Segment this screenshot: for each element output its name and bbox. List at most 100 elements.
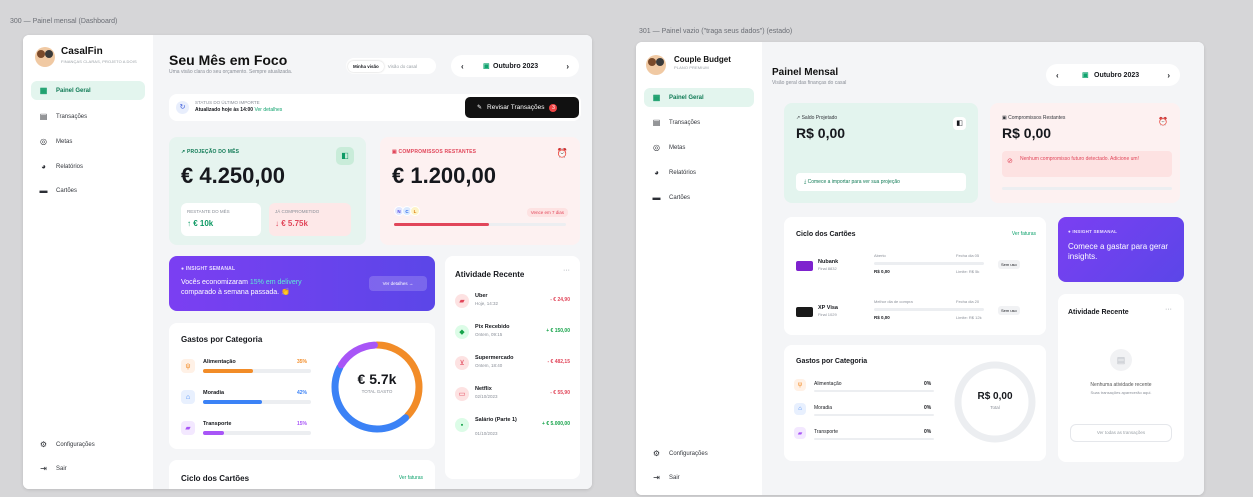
categories-total-label: Total	[990, 405, 1000, 410]
month-label: Outubro 2023	[493, 62, 539, 70]
categories-total: R$ 0,00	[977, 391, 1013, 402]
card-cycle-track	[874, 308, 984, 311]
no-commitments-notice: ⊘ Nenhum compromisso futuro detectado. A…	[1002, 151, 1172, 177]
gear-icon: ⚙	[652, 449, 661, 458]
activity-title: Atividade Recente	[455, 270, 525, 279]
empty-receipt-icon: ▤	[1110, 349, 1132, 371]
credit-card-icon	[796, 307, 813, 317]
card-amount: R$ 0,00	[874, 315, 890, 320]
calendar-icon: ▣	[1082, 72, 1089, 79]
commitments-card: ▣ Compromissos Restantes R$ 0,00 ⏰ ⊘ Nen…	[990, 103, 1180, 203]
tv-icon: ▭	[455, 387, 469, 401]
projection-value: € 4.250,00	[181, 163, 285, 188]
nav-item-2[interactable]: ◎ Metas	[31, 132, 145, 151]
nav-item-3[interactable]: ◕ Relatórios	[31, 157, 145, 176]
activity-name: Salário (Parte 1)	[475, 417, 517, 423]
card-limit: Limite: R$ 5k	[956, 269, 980, 274]
insight-label: ● INSIGHT SEMANAL	[181, 266, 236, 272]
commitments-progress-track	[1002, 187, 1172, 190]
category-bar-track	[814, 438, 934, 440]
nav-item-2[interactable]: ◎ Metas	[644, 138, 754, 157]
activity-date: Ontem, 09:15	[475, 332, 503, 337]
nav-item-label: Cartões	[56, 187, 78, 194]
nav-item-1[interactable]: ⇥ Sair	[644, 468, 754, 487]
view-invoices-link[interactable]: Ver faturas	[1012, 231, 1036, 237]
home-icon: ⌂	[181, 390, 195, 404]
chevron-left-icon[interactable]: ‹	[461, 62, 464, 71]
cart-icon: ⊻	[455, 356, 469, 370]
brand-tagline: FINANÇAS CLARAS, PROJETO A DOIS	[61, 59, 137, 64]
import-details-link[interactable]: Ver detalhes	[254, 107, 282, 113]
category-bar-fill	[203, 400, 263, 404]
nav-item-1[interactable]: ▤ Transações	[31, 107, 145, 126]
categories-donut	[954, 361, 1036, 443]
categories-donut	[331, 341, 423, 433]
projection-card: ↗ PROJEÇÃO DO MÊS ◧ € 4.250,00 RESTANTE …	[169, 137, 366, 245]
chevron-left-icon[interactable]: ‹	[1056, 71, 1059, 80]
more-options-icon[interactable]: ···	[563, 267, 570, 274]
trend-up-icon: ↗	[181, 149, 186, 155]
review-transactions-button[interactable]: ✎ Revisar Transações 3	[465, 97, 579, 118]
categories-title: Gastos por Categoria	[181, 335, 263, 344]
insight-label: ● INSIGHT SEMANAL	[1068, 229, 1118, 234]
nav-item-label: Metas	[56, 138, 73, 145]
pie-icon: ◕	[654, 168, 659, 177]
start-import-button[interactable]: ⤓ Comece a importar para ver sua projeçã…	[796, 173, 966, 191]
insight-details-button[interactable]: Ver detalhes →	[369, 276, 427, 291]
card-open-label: Aberto	[874, 253, 886, 258]
category-percent: 0%	[924, 405, 932, 411]
nav-item-1[interactable]: ⇥ Sair	[31, 459, 145, 478]
nav-item-4[interactable]: ▬ Cartões	[644, 188, 754, 207]
committed-value: ↓ € 5.75k	[275, 219, 308, 228]
nav-item-3[interactable]: ◕ Relatórios	[644, 163, 754, 182]
nav-item-0[interactable]: ▦ Painel Geral	[31, 81, 145, 100]
category-bar-track	[814, 414, 934, 416]
nav-item-label: Transações	[669, 119, 701, 126]
sidebar: Couple Budget PLANO PREMIUM ▦ Painel Gera…	[636, 42, 762, 495]
chevron-right-icon[interactable]: ›	[566, 62, 569, 71]
commitments-card: ▣ COMPROMISSOS RESTANTES ⏰ € 1.200,00 N …	[380, 137, 580, 245]
calendar-icon: ▣	[392, 149, 397, 155]
activity-amount: + € 5.000,00	[542, 421, 570, 427]
activity-card: Atividade Recente ··· ▰ Uber Hoje, 14:32 - …	[445, 256, 580, 479]
balance-value: R$ 0,00	[796, 125, 846, 141]
toggle-my-view[interactable]: Minha visão	[348, 60, 384, 72]
view-all-transactions-button[interactable]: Ver todas as transações	[1070, 424, 1172, 442]
credit-card-icon	[796, 261, 813, 271]
month-selector: ‹ ▣ Outubro 2023 ›	[1046, 64, 1180, 86]
nav-item-0[interactable]: ▦ Painel Geral	[644, 88, 754, 107]
main-content: Seu Mês em Foco Uma visão clara do seu o…	[153, 35, 592, 489]
nav-item-1[interactable]: ▤ Transações	[644, 113, 754, 132]
more-options-icon[interactable]: ···	[1165, 306, 1172, 313]
commitments-value: R$ 0,00	[1002, 125, 1052, 141]
activity-amount: - € 24,90	[550, 297, 570, 303]
balance-card: ↗ Saldo Projetado R$ 0,00 ◧ ⤓ Comece a i…	[784, 103, 978, 203]
gear-icon: ⚙	[39, 440, 48, 449]
nav-item-label: Painel Geral	[56, 87, 91, 94]
toggle-couple-view[interactable]: Visão do casal	[384, 61, 421, 72]
insight-text: Comece a gastar para gerar insights.	[1068, 242, 1169, 261]
view-toggle: Minha visão Visão do casal	[346, 58, 436, 74]
empty-dashboard-frame: Couple Budget PLANO PREMIUM ▦ Painel Gera…	[636, 42, 1204, 495]
chevron-right-icon[interactable]: ›	[1167, 71, 1170, 80]
commitments-value: € 1.200,00	[392, 163, 496, 188]
calendar-icon: ▣	[1002, 115, 1007, 121]
nav-item-0[interactable]: ⚙ Configurações	[644, 444, 754, 463]
nav-item-0[interactable]: ⚙ Configurações	[31, 435, 145, 454]
sidebar: CasalFin FINANÇAS CLARAS, PROJETO A DOIS…	[23, 35, 153, 489]
wallet-icon: ◧	[953, 117, 966, 130]
cards-cycle-card: Ciclo dos Cartões Ver faturas	[169, 460, 435, 489]
frame-title-right: 301 — Painel vazio ("traga seus dados") …	[639, 28, 793, 35]
import-status-text: Atualizado hoje às 14:00 Ver detalhes	[195, 107, 283, 113]
balance-label: ↗ Saldo Projetado	[796, 115, 838, 121]
nav-item-label: Configurações	[56, 441, 95, 448]
committed-label: JÁ COMPROMETIDO	[275, 209, 320, 214]
view-invoices-link[interactable]: Ver faturas	[399, 475, 423, 481]
nav-item-label: Relatórios	[56, 163, 84, 170]
card-ending: Final 1029	[818, 312, 837, 317]
nav-item-label: Metas	[669, 144, 686, 151]
insight-card: ● INSIGHT SEMANAL Vocês economizaram 15%…	[169, 256, 435, 311]
activity-title: Atividade Recente	[1068, 309, 1129, 316]
card-ending: Final 8832	[818, 266, 837, 271]
nav-item-4[interactable]: ▬ Cartões	[31, 181, 145, 200]
